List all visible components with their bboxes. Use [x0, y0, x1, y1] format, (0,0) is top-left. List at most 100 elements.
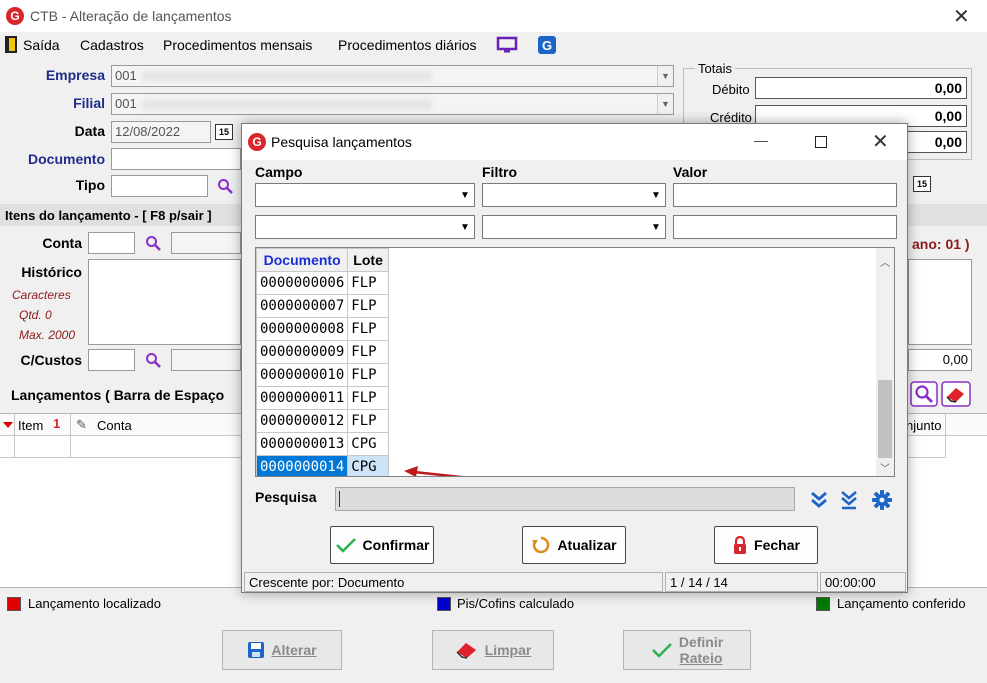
- menu-procedimentos-diarios[interactable]: Procedimentos diários: [338, 37, 477, 53]
- pesquisa-input[interactable]: [335, 487, 795, 511]
- empresa-label: Empresa: [45, 67, 105, 83]
- pesquisa-label: Pesquisa: [255, 489, 317, 505]
- ccustos-field[interactable]: [88, 349, 135, 371]
- result-documento-cell[interactable]: 0000000007: [256, 294, 349, 318]
- result-row[interactable]: 0000000010 FLP: [256, 363, 389, 387]
- result-lote-cell[interactable]: CPG: [347, 455, 389, 476]
- chevron-down-icon: ▼: [460, 189, 470, 201]
- conta-field[interactable]: [88, 232, 135, 254]
- menu-saida[interactable]: Saída: [23, 37, 60, 53]
- result-row[interactable]: 0000000009 FLP: [256, 340, 389, 364]
- campo-select-2[interactable]: ▼: [255, 215, 475, 239]
- result-row[interactable]: 0000000008 FLP: [256, 317, 389, 341]
- totals-label: Totais: [695, 61, 735, 76]
- alterar-button[interactable]: Alterar: [222, 630, 342, 670]
- alterar-label: Alterar: [271, 642, 317, 658]
- chevron-down-icon: ▼: [651, 189, 661, 201]
- status-position: 1 / 14 / 14: [665, 572, 818, 592]
- app-g-icon[interactable]: G: [538, 36, 556, 54]
- result-lote-cell[interactable]: CPG: [347, 432, 389, 456]
- debito-value: 0,00: [755, 77, 967, 99]
- lock-icon: [734, 535, 747, 554]
- dialog-maximize-button[interactable]: [815, 136, 827, 148]
- result-row[interactable]: 0000000014 CPG: [256, 455, 389, 476]
- result-documento-cell[interactable]: 0000000009: [256, 340, 349, 364]
- empresa-field[interactable]: 001 ▼: [111, 65, 674, 87]
- documento-field[interactable]: [111, 148, 241, 170]
- scroll-up-icon[interactable]: ︿: [880, 254, 890, 269]
- max-label: Max. 2000: [19, 328, 76, 342]
- caracteres-label: Caracteres: [12, 288, 71, 302]
- confirmar-button[interactable]: Confirmar: [330, 526, 434, 564]
- lancamentos-title: Lançamentos ( Barra de Espaço: [11, 387, 225, 403]
- col-conta-header[interactable]: Conta: [97, 418, 132, 433]
- tipo-field[interactable]: [111, 175, 208, 197]
- campo-select-1[interactable]: ▼: [255, 183, 475, 207]
- result-documento-cell[interactable]: 0000000014: [256, 455, 349, 476]
- dialog-close-button[interactable]: ✕: [872, 132, 889, 152]
- menu-cadastros[interactable]: Cadastros: [80, 37, 144, 53]
- result-lote-cell[interactable]: FLP: [347, 317, 389, 341]
- result-lote-cell[interactable]: FLP: [347, 340, 389, 364]
- filtro-select-2[interactable]: ▼: [482, 215, 666, 239]
- sort-marker: 1: [53, 416, 61, 431]
- results-grid: Documento Lote 0000000006 FLP 0000000007 FL…: [255, 247, 895, 477]
- filtro-label: Filtro: [482, 164, 517, 180]
- result-row[interactable]: 0000000007 FLP: [256, 294, 389, 318]
- items-right-text-area[interactable]: [908, 259, 972, 345]
- result-documento-cell[interactable]: 0000000012: [256, 409, 349, 433]
- fechar-button[interactable]: Fechar: [714, 526, 818, 564]
- ccustos-search-icon[interactable]: [145, 352, 161, 368]
- result-lote-cell[interactable]: FLP: [347, 386, 389, 410]
- result-documento-cell[interactable]: 0000000013: [256, 432, 349, 456]
- valor-label: Valor: [673, 164, 708, 180]
- filial-field[interactable]: 001 ▼: [111, 93, 674, 115]
- atualizar-button[interactable]: Atualizar: [522, 526, 626, 564]
- refresh-icon: [532, 536, 550, 554]
- col-right-header[interactable]: njunto: [906, 418, 941, 433]
- result-lote-cell[interactable]: FLP: [347, 294, 389, 318]
- result-lote-cell[interactable]: FLP: [347, 363, 389, 387]
- ccustos-label: C/Custos: [20, 352, 82, 368]
- gear-icon[interactable]: [871, 489, 893, 511]
- right-calendar-icon[interactable]: 15: [913, 176, 931, 192]
- result-row[interactable]: 0000000006 FLP: [256, 271, 389, 295]
- historico-field[interactable]: [88, 259, 241, 345]
- valor-input-2[interactable]: [673, 215, 897, 239]
- result-documento-cell[interactable]: 0000000008: [256, 317, 349, 341]
- menu-procedimentos-mensais[interactable]: Procedimentos mensais: [163, 37, 312, 53]
- eraser-icon[interactable]: [941, 381, 971, 407]
- result-documento-cell[interactable]: 0000000010: [256, 363, 349, 387]
- double-chevron-down-icon[interactable]: [809, 490, 829, 510]
- search-lancamentos-icon[interactable]: [910, 381, 938, 407]
- definir-rateio-button[interactable]: Definir Rateio: [623, 630, 751, 670]
- documento-column-header[interactable]: Documento: [256, 248, 349, 272]
- dialog-minimize-button[interactable]: —: [754, 132, 768, 148]
- result-documento-cell[interactable]: 0000000011: [256, 386, 349, 410]
- legend-pis-swatch: [437, 597, 451, 611]
- calendar-icon[interactable]: 15: [215, 124, 233, 140]
- scroll-down-icon[interactable]: ﹀: [880, 460, 890, 475]
- lote-column-header[interactable]: Lote: [347, 248, 389, 272]
- result-row[interactable]: 0000000012 FLP: [256, 409, 389, 433]
- title-bar: G CTB - Alteração de lançamentos ✕: [0, 0, 987, 32]
- status-time: 00:00:00: [820, 572, 906, 592]
- result-row[interactable]: 0000000013 CPG: [256, 432, 389, 456]
- conta-search-icon[interactable]: [145, 235, 161, 251]
- valor-input-1[interactable]: [673, 183, 897, 207]
- result-lote-cell[interactable]: FLP: [347, 271, 389, 295]
- limpar-button[interactable]: Limpar: [432, 630, 554, 670]
- filtro-select-1[interactable]: ▼: [482, 183, 666, 207]
- data-field[interactable]: 12/08/2022: [111, 121, 211, 143]
- monitor-icon[interactable]: [496, 36, 518, 54]
- window-close-button[interactable]: ✕: [953, 7, 970, 27]
- last-chevron-down-icon[interactable]: [839, 490, 859, 510]
- grid-scrollbar[interactable]: ︿ ﹀: [876, 248, 894, 476]
- window-title: CTB - Alteração de lançamentos: [30, 8, 232, 24]
- tipo-search-icon[interactable]: [217, 178, 233, 194]
- result-documento-cell[interactable]: 0000000006: [256, 271, 349, 295]
- col-item-header[interactable]: Item: [18, 418, 43, 433]
- result-row[interactable]: 0000000011 FLP: [256, 386, 389, 410]
- result-lote-cell[interactable]: FLP: [347, 409, 389, 433]
- scrollbar-thumb[interactable]: [878, 380, 892, 458]
